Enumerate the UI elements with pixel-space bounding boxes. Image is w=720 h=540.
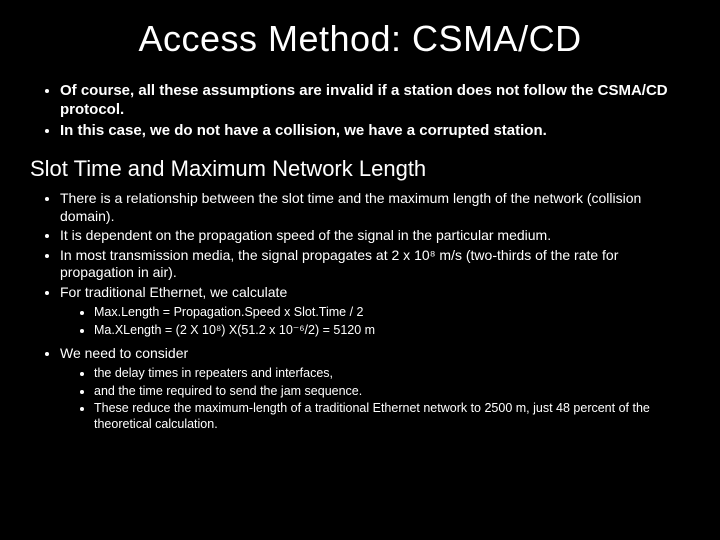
consider-item: the delay times in repeaters and interfa…	[94, 366, 690, 382]
calc-item: Ma.XLength = (2 X 10⁸) X(51.2 x 10⁻⁶/2) …	[94, 323, 690, 339]
calc-item: Max.Length = Propagation.Speed x Slot.Ti…	[94, 305, 690, 321]
consider-item: and the time required to send the jam se…	[94, 384, 690, 400]
consider-lead-list: We need to consider	[36, 345, 690, 363]
section-heading: Slot Time and Maximum Network Length	[30, 156, 690, 182]
consider-list: the delay times in repeaters and interfa…	[72, 366, 690, 433]
calc-list: Max.Length = Propagation.Speed x Slot.Ti…	[72, 305, 690, 338]
intro-item: In this case, we do not have a collision…	[60, 122, 690, 141]
intro-item: Of course, all these assumptions are inv…	[60, 82, 690, 120]
body-item: There is a relationship between the slot…	[60, 190, 690, 225]
slide-title: Access Method: CSMA/CD	[30, 18, 690, 60]
body-item: It is dependent on the propagation speed…	[60, 227, 690, 245]
consider-item: These reduce the maximum-length of a tra…	[94, 401, 690, 432]
consider-lead: We need to consider	[60, 345, 690, 363]
slide: Access Method: CSMA/CD Of course, all th…	[0, 0, 720, 540]
body-list: There is a relationship between the slot…	[36, 190, 690, 301]
body-item: For traditional Ethernet, we calculate	[60, 284, 690, 302]
body-item: In most transmission media, the signal p…	[60, 247, 690, 282]
intro-list: Of course, all these assumptions are inv…	[36, 82, 690, 140]
